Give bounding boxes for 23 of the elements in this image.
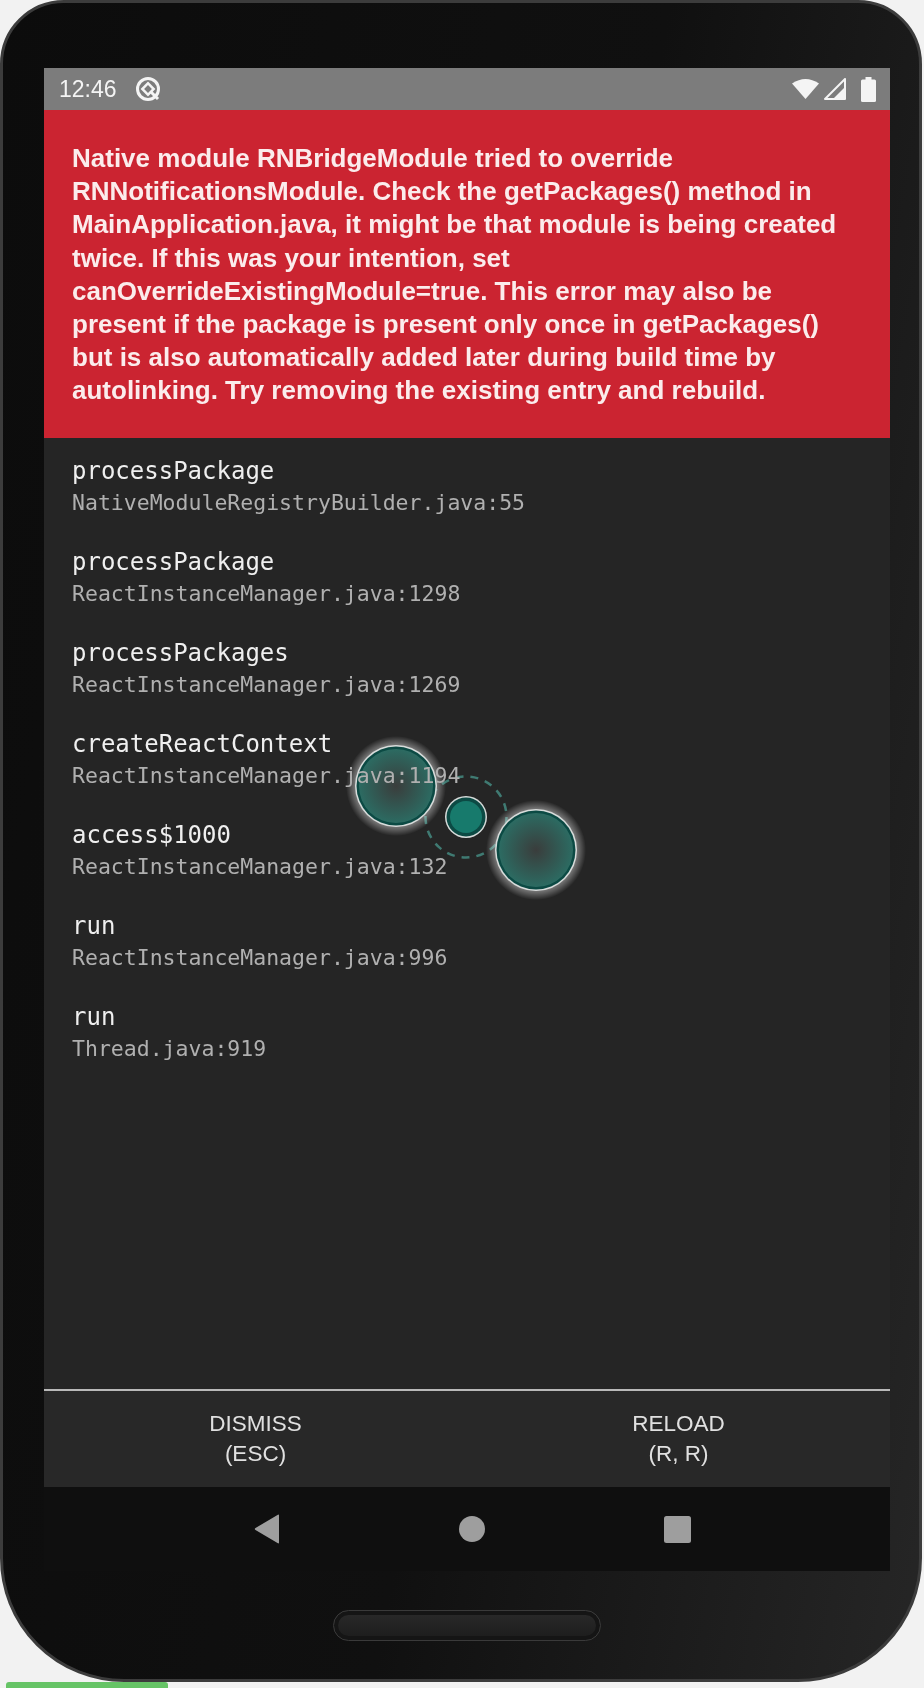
method-name: createReactContext (72, 729, 333, 759)
back-icon[interactable] (253, 1514, 280, 1544)
touch-circle-icon (486, 800, 586, 900)
signal-icon (824, 78, 846, 100)
file-location: NativeModuleRegistryBuilder.java:55 (72, 489, 526, 517)
clock-time: 12:46 (59, 75, 117, 103)
error-message: Native module RNBridgeModule tried to override RNNotificationsModule. Check the getPackages() method in MainApplication.java, it might be that module is being created twice. If this was your intention, set canOverrideExistingModule=true. This error may also be present if the package is present only once in getPackages() but is also automatically added later during build time by autolinking. Try removing the existing entry and rebuild. (72, 142, 838, 408)
file-location: ReactInstanceManager.java:1269 (72, 671, 461, 699)
method-name: processPackage (72, 456, 275, 486)
method-name: processPackages (72, 638, 289, 668)
file-location: ReactInstanceManager.java:1298 (72, 580, 461, 608)
battery-icon (861, 76, 876, 102)
method-name: run (72, 911, 116, 941)
home-icon[interactable] (459, 1516, 485, 1542)
method-name: processPackage (72, 547, 275, 577)
file-location: ReactInstanceManager.java:132 (72, 853, 448, 881)
method-name: access$1000 (72, 820, 231, 850)
file-location: ReactInstanceManager.java:996 (72, 944, 448, 972)
method-name: run (72, 1002, 116, 1032)
overview-icon[interactable] (663, 1515, 691, 1543)
touch-dot-icon (444, 795, 488, 839)
wifi-icon (792, 79, 819, 99)
file-location: Thread.java:919 (72, 1035, 267, 1063)
